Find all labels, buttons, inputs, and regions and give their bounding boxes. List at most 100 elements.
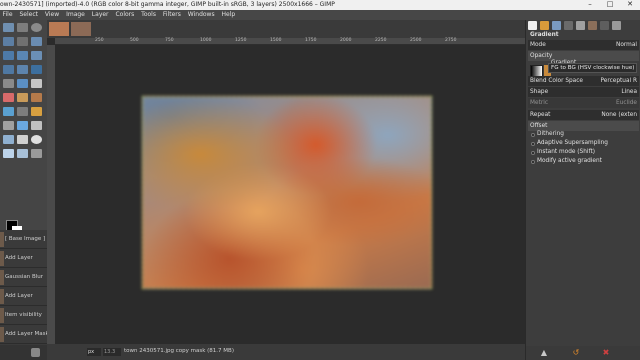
color-picker-tool-icon[interactable]: [17, 135, 28, 144]
delete-options-icon[interactable]: ✖: [601, 348, 611, 358]
pencil-tool-icon[interactable]: [17, 93, 28, 102]
history-item[interactable]: [ Base Image ]: [0, 230, 47, 249]
fuzzy-select-tool-icon[interactable]: [17, 37, 28, 46]
rect-select-tool-icon[interactable]: [17, 23, 28, 32]
airbrush-tool-icon[interactable]: [3, 107, 14, 116]
free-select-tool-icon[interactable]: [3, 37, 14, 46]
metric-select[interactable]: Metric Euclide: [528, 98, 639, 108]
menu-tools[interactable]: Tools: [139, 10, 159, 20]
shear-tool-icon[interactable]: [3, 65, 14, 74]
adaptive-supersampling-checkbox[interactable]: [531, 142, 535, 146]
clone-tool-icon[interactable]: [31, 107, 42, 116]
images-tab-icon[interactable]: [576, 21, 585, 30]
history-item-label: Gaussian Blur: [5, 274, 44, 280]
history-item-label: Add Layer: [5, 255, 33, 261]
window-title: own-2430571] (imported)-4.0 (RGB color 8…: [0, 1, 335, 8]
ink-tool-icon[interactable]: [17, 107, 28, 116]
menu-filters[interactable]: Filters: [160, 10, 183, 20]
eraser-tool-icon[interactable]: [3, 93, 14, 102]
adaptive-supersampling-label: Adaptive Supersampling: [537, 140, 608, 146]
brushes-tab-icon[interactable]: [540, 21, 549, 30]
fonts-tab-icon[interactable]: [564, 21, 573, 30]
patterns-tab-icon[interactable]: [552, 21, 561, 30]
instant-mode-checkbox[interactable]: [531, 151, 535, 155]
mode-select[interactable]: Mode Normal: [528, 40, 639, 50]
blur-tool-icon[interactable]: [17, 121, 28, 130]
menu-layer[interactable]: Layer: [89, 10, 111, 20]
status-bar: px 13.3 town 2430571.jpg copy mask (81.7…: [47, 344, 525, 360]
metric-label: Metric: [530, 100, 549, 106]
move-tool-icon[interactable]: [3, 23, 14, 32]
warp-tool-icon[interactable]: [31, 149, 42, 158]
ruler-tick-label: 2000: [340, 38, 352, 43]
rotate-tool-icon[interactable]: [17, 51, 28, 60]
offset-slider[interactable]: Offset: [528, 121, 639, 131]
history-item-label: [ Base Image ]: [5, 236, 46, 242]
menu-windows[interactable]: Windows: [185, 10, 217, 20]
scale-tool-icon[interactable]: [31, 51, 42, 60]
canvas-image[interactable]: [142, 96, 432, 289]
image-tab-thumbnail[interactable]: [71, 22, 91, 36]
menu-select[interactable]: Select: [17, 10, 41, 20]
image-tab-thumbnail[interactable]: [49, 22, 69, 36]
history-item[interactable]: Add Layer Mask: [0, 325, 49, 344]
menu-colors[interactable]: Colors: [113, 10, 137, 20]
scissors-tool-icon[interactable]: [31, 37, 42, 46]
shape-label: Shape: [530, 89, 549, 95]
bucket-fill-tool-icon[interactable]: [17, 79, 28, 88]
perspective-tool-icon[interactable]: [17, 65, 28, 74]
dodge-tool-icon[interactable]: [31, 121, 42, 130]
title-bar: own-2430571] (imported)-4.0 (RGB color 8…: [0, 0, 640, 10]
history-item[interactable]: Add Layer: [0, 249, 47, 268]
repeat-value: None (exten: [601, 112, 637, 118]
flip-tool-icon[interactable]: [31, 65, 42, 74]
align-tool-icon[interactable]: [17, 149, 28, 158]
maximize-button[interactable]: □: [600, 0, 620, 10]
modify-active-gradient-checkbox[interactable]: [531, 160, 535, 164]
close-button[interactable]: ✕: [620, 0, 640, 10]
gradient-tool-icon[interactable]: [31, 79, 42, 88]
restore-options-icon[interactable]: ↺: [571, 348, 581, 358]
document-history-tab-icon[interactable]: [588, 21, 597, 30]
trash-icon[interactable]: [31, 348, 40, 357]
paths-tool-icon[interactable]: [3, 135, 14, 144]
ruler-tick-label: 500: [130, 38, 139, 43]
crop-tool-icon[interactable]: [3, 51, 14, 60]
minimize-button[interactable]: –: [580, 0, 600, 10]
heal-tool-icon[interactable]: [3, 121, 14, 130]
dithering-checkbox[interactable]: [531, 133, 535, 137]
history-item[interactable]: Add Layer: [0, 287, 47, 306]
channels-tab-icon[interactable]: [612, 21, 621, 30]
ruler-tick-label: 1000: [200, 38, 212, 43]
templates-tab-icon[interactable]: [600, 21, 609, 30]
ellipse-select-tool-icon[interactable]: [31, 23, 42, 32]
dock-bottom-toolbar: ▲ ↺ ✖: [526, 346, 640, 360]
text-tool-icon[interactable]: [3, 79, 14, 88]
dithering-label: Dithering: [537, 131, 564, 137]
menu-help[interactable]: Help: [219, 10, 238, 20]
repeat-select[interactable]: Repeat None (exten: [528, 110, 639, 120]
blend-color-space-select[interactable]: Blend Color Space Perceptual R: [528, 76, 639, 86]
offset-label: Offset: [530, 123, 548, 129]
tool-options-tab-icon[interactable]: [528, 21, 537, 30]
measure-tool-icon[interactable]: [3, 149, 14, 158]
paintbrush-tool-icon[interactable]: [31, 93, 42, 102]
save-options-icon[interactable]: ▲: [539, 348, 549, 358]
ruler-tick-label: 1250: [235, 38, 247, 43]
ruler-tick-label: 1750: [305, 38, 317, 43]
canvas-area: 250 500 750 1000 1250 1500 1750 2000 225…: [47, 20, 525, 360]
opacity-slider[interactable]: Opacity: [528, 51, 639, 61]
unit-select[interactable]: px: [87, 348, 101, 356]
ruler-tick-label: 250: [95, 38, 104, 43]
history-thumbnail: [0, 308, 4, 323]
history-item[interactable]: Item visibility: [0, 306, 47, 325]
shape-select[interactable]: Shape Linea: [528, 87, 639, 97]
menu-view[interactable]: View: [42, 10, 61, 20]
menu-file[interactable]: File: [0, 10, 15, 20]
undo-history-panel: [ Base Image ] Add Layer Gaussian Blur A…: [0, 230, 49, 345]
history-item[interactable]: Gaussian Blur: [0, 268, 47, 287]
menu-image[interactable]: Image: [64, 10, 88, 20]
zoom-tool-icon[interactable]: [31, 135, 42, 144]
zoom-field[interactable]: 13.3: [103, 348, 121, 356]
image-tabs: [47, 20, 525, 38]
